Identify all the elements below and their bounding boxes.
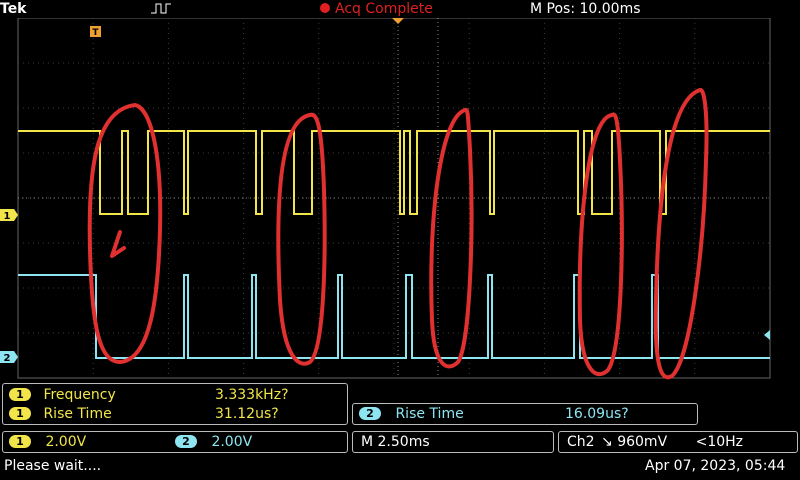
ch1-measurements-panel[interactable]: 1 Frequency 3.333kHz? 1 Rise Time 31.12u… xyxy=(2,383,348,425)
horizontal-position-readout: M Pos: 10.00ms xyxy=(530,1,641,17)
measurement-row-frequency: 1 Frequency xyxy=(9,387,116,403)
measurement-value: 16.09us? xyxy=(565,406,629,422)
measurement-value: 31.12us? xyxy=(215,406,279,422)
measurement-label: Rise Time xyxy=(395,406,464,422)
brand-logo: Tek xyxy=(0,1,27,17)
measurement-label: Rise Time xyxy=(43,406,112,422)
measurement-row-rise-time: 1 Rise Time xyxy=(9,406,112,422)
acquisition-status-indicator xyxy=(320,3,330,13)
ch2-badge: 2 xyxy=(359,407,381,420)
status-message: Please wait.... xyxy=(4,458,102,474)
bottom-status-bar: Please wait.... Apr 07, 2023, 05:44 xyxy=(0,455,800,480)
trigger-panel[interactable]: Ch2 ↘ 960mV <10Hz xyxy=(558,431,798,453)
ch1-badge: 1 xyxy=(9,435,31,448)
timebase-panel[interactable]: M 2.50ms xyxy=(352,431,554,453)
trigger-t-marker: T xyxy=(90,26,101,38)
channel-scale-panel[interactable]: 1 2.00V 2 2.00V xyxy=(2,431,348,453)
trigger-source: Ch2 xyxy=(567,434,595,450)
status-datetime: Apr 07, 2023, 05:44 xyxy=(645,458,786,474)
svg-text:T: T xyxy=(92,28,99,38)
ch1-scale-readout[interactable]: 1 2.00V xyxy=(9,434,86,450)
ch2-scale-readout[interactable]: 2 2.00V xyxy=(175,434,252,450)
trigger-level: 960mV xyxy=(617,434,668,450)
ch2-scale: 2.00V xyxy=(211,434,253,450)
measurement-value: 3.333kHz? xyxy=(215,387,289,403)
measurement-label: Frequency xyxy=(43,387,116,403)
svg-text:2: 2 xyxy=(4,353,11,364)
top-status-bar: Tek Acq Complete M Pos: 10.00ms xyxy=(0,0,800,18)
ch1-scale: 2.00V xyxy=(45,434,87,450)
trigger-slope-icon: ↘ xyxy=(601,434,613,450)
ch2-badge: 2 xyxy=(175,435,197,448)
trigger-filter: <10Hz xyxy=(695,434,744,450)
trigger-mode-icon xyxy=(151,3,171,14)
svg-text:1: 1 xyxy=(4,211,11,222)
timebase-readout: M 2.50ms xyxy=(361,434,430,450)
ch2-measurements-panel[interactable]: 2 Rise Time 16.09us? xyxy=(352,403,698,425)
trigger-readout: Ch2 ↘ 960mV <10Hz xyxy=(567,434,743,450)
measurement-row-rise-time: 2 Rise Time xyxy=(359,406,464,422)
ch1-ground-marker: 1 xyxy=(0,209,18,222)
ch2-ground-marker: 2 xyxy=(0,351,18,364)
ch1-badge: 1 xyxy=(9,388,31,401)
ch1-badge: 1 xyxy=(9,407,31,420)
acquisition-status: Acq Complete xyxy=(335,1,433,17)
